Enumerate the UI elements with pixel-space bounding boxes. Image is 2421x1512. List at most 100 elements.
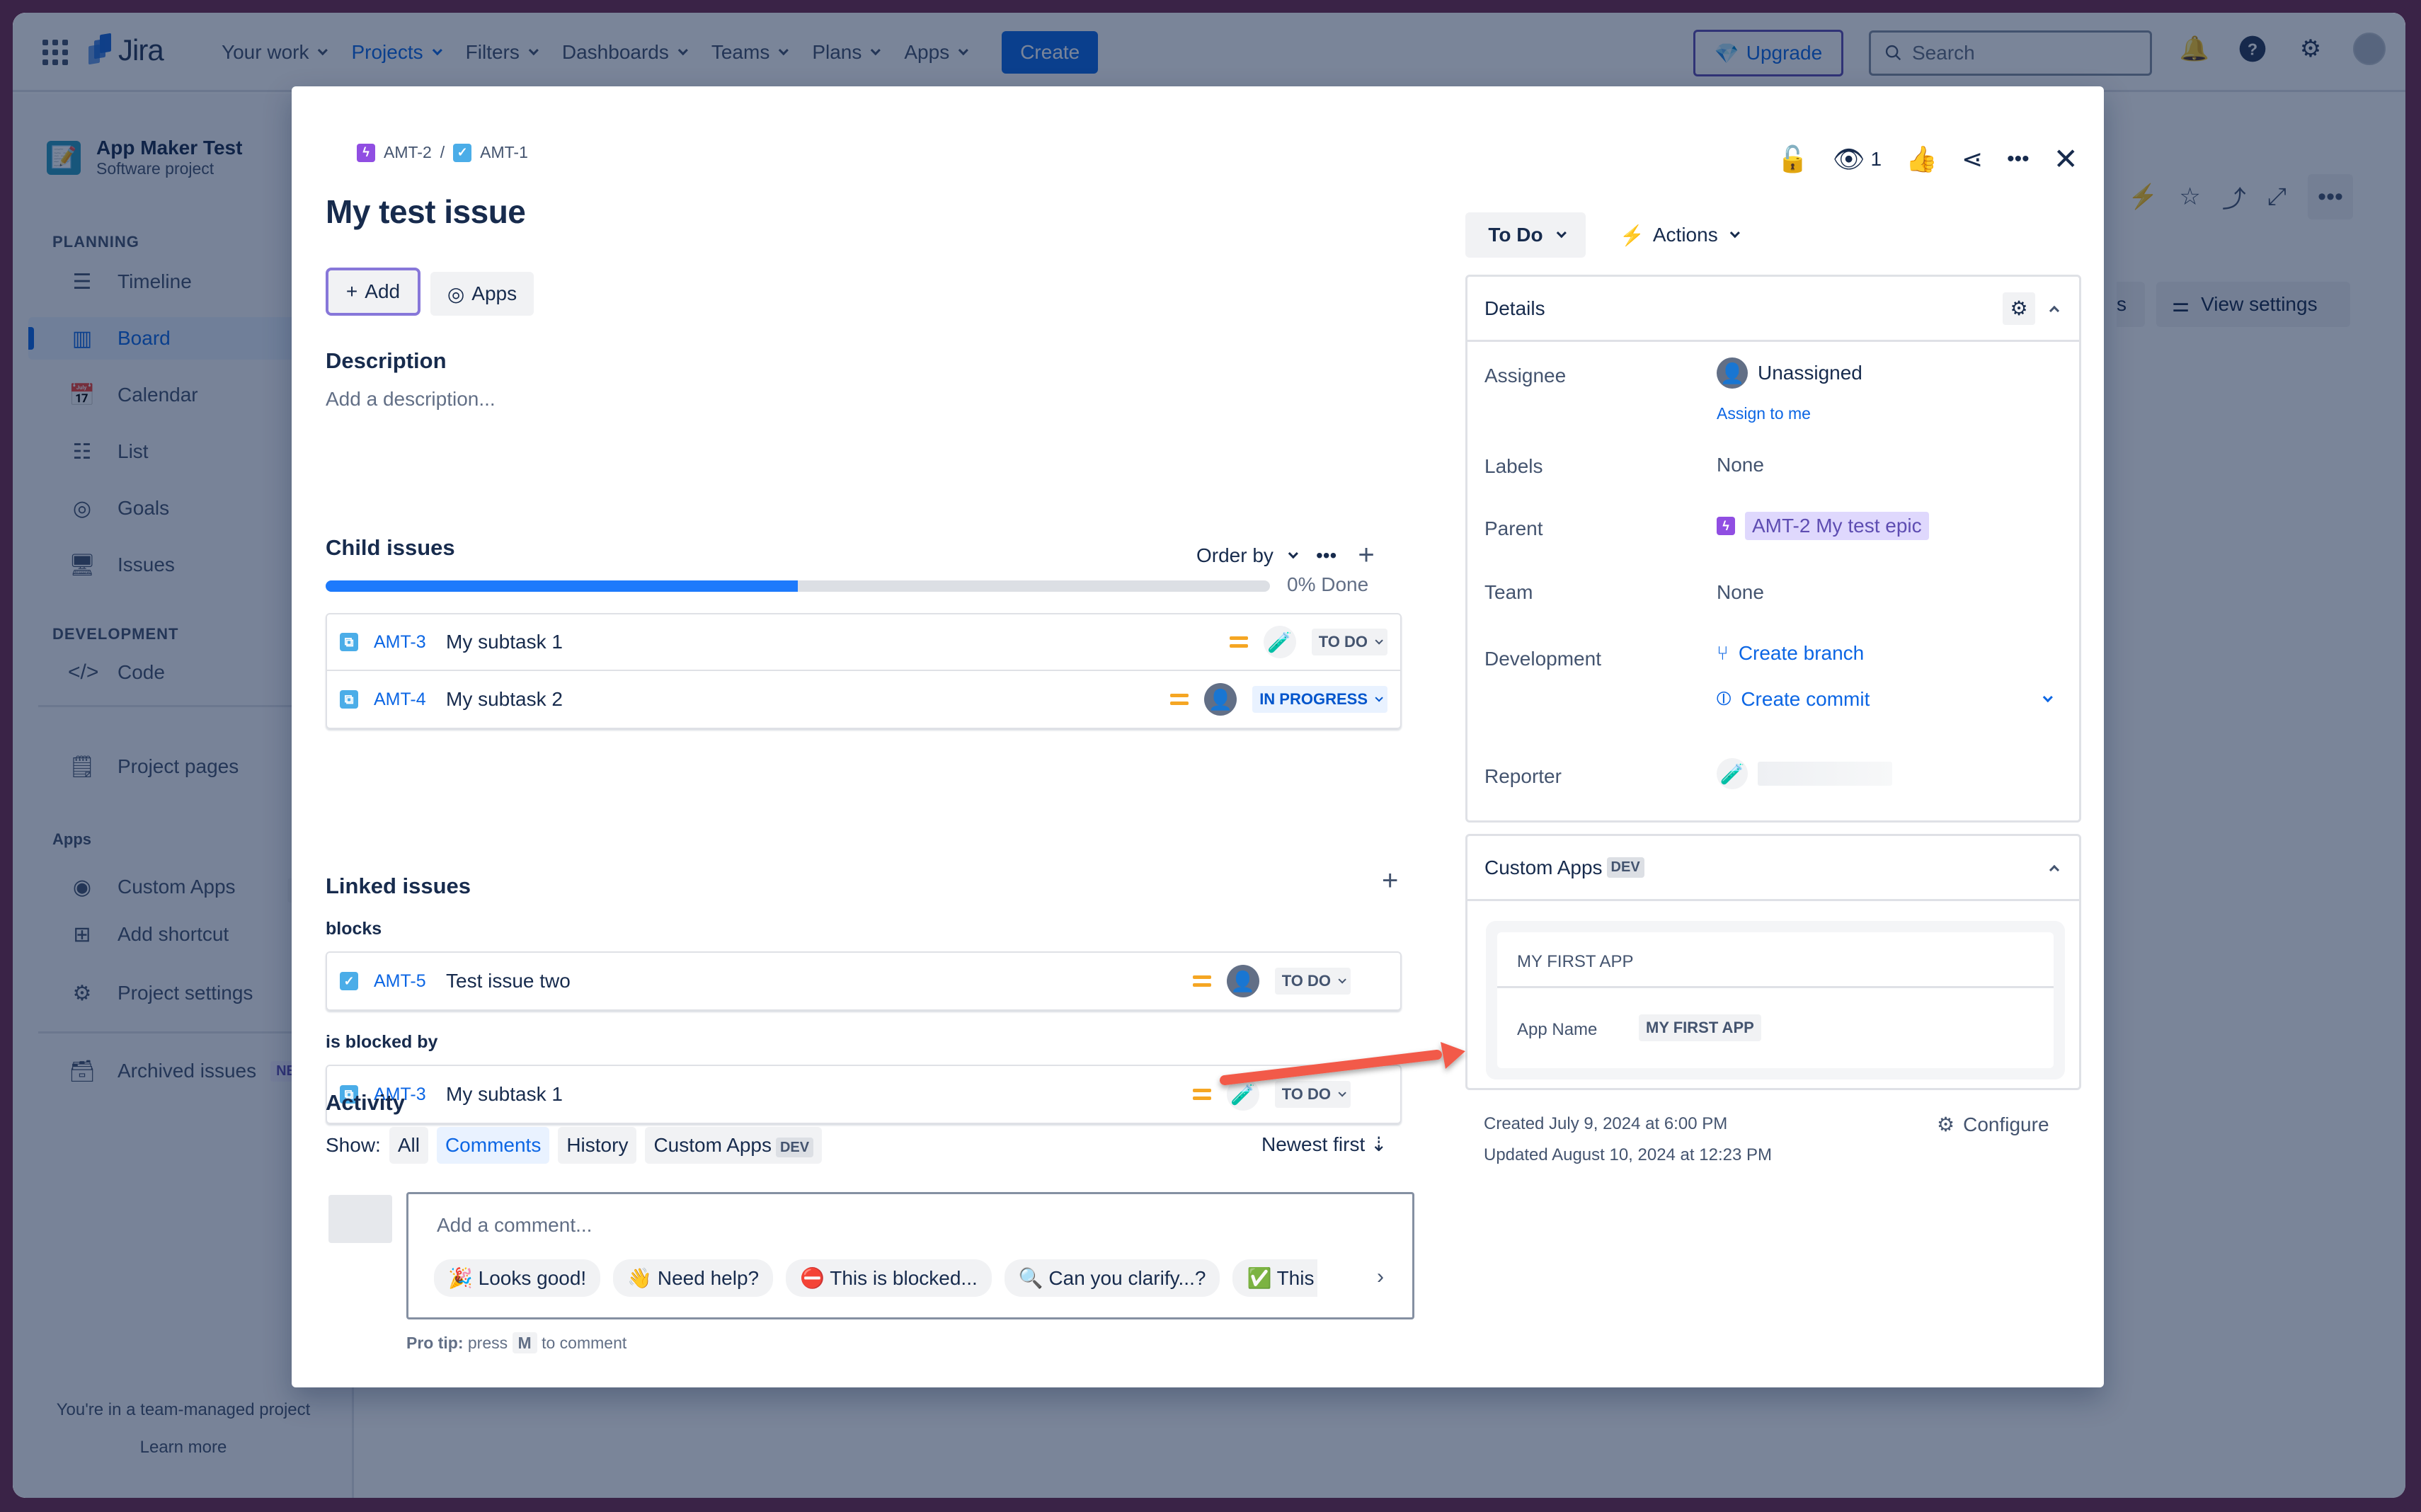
custom-apps-heading: Custom Apps: [1484, 856, 1603, 878]
linked-issues-heading: Linked issues: [326, 874, 471, 898]
app-card: MY FIRST APP App Name MY FIRST APP: [1486, 921, 2065, 1079]
comment-input[interactable]: Add a comment... 🎉 Looks good! 👋 Need he…: [406, 1192, 1414, 1319]
configure-label: Configure: [1963, 1113, 2049, 1135]
status-dropdown[interactable]: IN PROGRESS: [1252, 686, 1387, 713]
configure-button[interactable]: ⚙ Configure: [1937, 1113, 2049, 1136]
chevron-up-icon[interactable]: [2049, 305, 2060, 316]
create-branch-label: Create branch: [1738, 642, 1865, 664]
thumbs-up-icon[interactable]: 👍: [1906, 144, 1938, 174]
share-icon[interactable]: ⋖: [1962, 144, 1983, 174]
field-label: Labels: [1484, 455, 1543, 477]
restriction-lock-icon[interactable]: 🔓: [1777, 144, 1809, 174]
create-commit-link[interactable]: ⦶ Create commit: [1717, 687, 2053, 711]
issue-summary[interactable]: My subtask 2: [446, 688, 1155, 711]
apps-button[interactable]: ◎ Apps: [430, 272, 534, 316]
chevron-up-icon[interactable]: [2049, 864, 2060, 875]
child-issues-heading: Child issues: [326, 535, 455, 560]
breadcrumb: ϟ AMT-2 / ✓ AMT-1: [357, 143, 528, 162]
details-header[interactable]: Details ⚙: [1467, 277, 2079, 342]
quick-reply[interactable]: ✅ This is: [1232, 1259, 1318, 1297]
list-item[interactable]: ✓ AMT-5 Test issue two 👤 TO DO: [327, 953, 1400, 1009]
chevron-down-icon: [1338, 1089, 1346, 1097]
breadcrumb-parent[interactable]: AMT-2: [384, 143, 432, 162]
breadcrumb-current[interactable]: AMT-1: [480, 143, 528, 162]
quick-reply[interactable]: ⛔ This is blocked...: [786, 1259, 992, 1297]
progress-fill: [326, 580, 798, 592]
chevron-down-icon[interactable]: [2042, 692, 2053, 702]
actions-button[interactable]: ⚡ Actions: [1610, 212, 1746, 258]
reporter-value[interactable]: 🧪: [1717, 758, 1892, 789]
status-dropdown[interactable]: TO DO: [1311, 629, 1387, 655]
apps-icon: ◎: [447, 282, 465, 305]
filter-comments[interactable]: Comments: [436, 1127, 550, 1164]
unassigned-avatar[interactable]: 👤: [1226, 965, 1259, 997]
issue-summary[interactable]: My subtask 1: [446, 1083, 1177, 1106]
quick-reply[interactable]: 🔍 Can you clarify...?: [1004, 1259, 1220, 1297]
status-transition-button[interactable]: To Do: [1465, 212, 1586, 258]
close-icon[interactable]: ✕: [2054, 142, 2078, 176]
pro-tip: Pro tip: press M to comment: [406, 1332, 626, 1353]
field-label: Team: [1484, 581, 1533, 603]
custom-apps-header[interactable]: Custom Apps DEV: [1467, 836, 2079, 901]
breadcrumb-separator: /: [440, 143, 445, 161]
issue-key[interactable]: AMT-4: [374, 689, 430, 710]
chevron-right-icon[interactable]: ›: [1377, 1265, 1384, 1289]
assignee-avatar[interactable]: 🧪: [1263, 626, 1296, 658]
child-issues-controls: Order by ••• +: [1196, 539, 1375, 571]
custom-apps-panel: Custom Apps DEV MY FIRST APP App Name MY…: [1465, 834, 2081, 1090]
epic-icon: ϟ: [1717, 517, 1735, 535]
assign-to-me-link[interactable]: Assign to me: [1717, 404, 1811, 423]
chevron-down-icon: [1375, 636, 1383, 645]
created-timestamp: Created July 9, 2024 at 6:00 PM: [1484, 1114, 1728, 1133]
updated-timestamp: Updated August 10, 2024 at 12:23 PM: [1484, 1145, 1772, 1164]
filter-custom-apps[interactable]: Custom Apps DEV: [645, 1127, 823, 1164]
priority-medium-icon: [1170, 694, 1189, 705]
unassigned-avatar[interactable]: 👤: [1204, 683, 1237, 716]
subtask-icon: ⧉: [340, 690, 358, 709]
team-value[interactable]: None: [1717, 581, 1764, 604]
list-item[interactable]: ⧉ AMT-3 My subtask 1 🧪 TO DO: [327, 1066, 1400, 1123]
labels-value[interactable]: None: [1717, 454, 1764, 476]
issue-header-actions: 🔓 👁 1 👍 ⋖ ••• ✕: [1777, 142, 2078, 176]
list-item[interactable]: ⧉ AMT-4 My subtask 2 👤 IN PROGRESS: [327, 671, 1400, 728]
more-icon[interactable]: •••: [1316, 544, 1337, 567]
status-label: TO DO: [1281, 1085, 1331, 1103]
issue-title[interactable]: My test issue: [326, 193, 526, 231]
priority-medium-icon: [1192, 975, 1211, 987]
sort-label: Newest first: [1261, 1133, 1366, 1155]
description-field[interactable]: Add a description...: [326, 388, 496, 411]
sort-order-button[interactable]: Newest first ⇣: [1261, 1133, 1387, 1156]
issue-summary[interactable]: My subtask 1: [446, 631, 1214, 653]
parent-link[interactable]: AMT-2 My test epic: [1745, 512, 1929, 540]
chevron-down-icon: [1288, 548, 1298, 559]
status-dropdown[interactable]: TO DO: [1274, 1081, 1351, 1108]
app-divider: [1497, 986, 2054, 988]
create-branch-link[interactable]: ⑂ Create branch: [1717, 642, 1864, 665]
quick-reply[interactable]: 🎉 Looks good!: [434, 1259, 601, 1297]
app-name-value: MY FIRST APP: [1639, 1014, 1761, 1041]
issue-key[interactable]: AMT-3: [374, 632, 430, 653]
assignee-avatar[interactable]: 🧪: [1226, 1078, 1259, 1111]
list-item[interactable]: ⧉ AMT-3 My subtask 1 🧪 TO DO: [327, 614, 1400, 671]
quick-reply[interactable]: 👋 Need help?: [613, 1259, 774, 1297]
add-child-icon[interactable]: +: [1358, 539, 1374, 571]
status-label: TO DO: [1318, 633, 1368, 651]
filter-all[interactable]: All: [389, 1127, 428, 1164]
done-percentage: 0% Done: [1287, 573, 1369, 595]
subtask-icon: ⧉: [340, 633, 358, 651]
order-by-dropdown[interactable]: Order by: [1196, 544, 1298, 567]
gear-icon[interactable]: ⚙: [2003, 292, 2035, 325]
add-button[interactable]: + Add: [326, 268, 420, 316]
issue-key[interactable]: AMT-5: [374, 971, 430, 992]
watchers-button[interactable]: 👁 1: [1833, 144, 1882, 174]
lightning-icon: ⚡: [1620, 224, 1644, 246]
task-icon: ✓: [340, 972, 358, 990]
filter-history[interactable]: History: [558, 1127, 637, 1164]
filter-label: Custom Apps: [653, 1134, 772, 1156]
assignee-value[interactable]: 👤 Unassigned: [1717, 357, 1862, 389]
status-dropdown[interactable]: TO DO: [1274, 968, 1351, 995]
add-link-icon[interactable]: +: [1382, 865, 1398, 897]
parent-value[interactable]: ϟ AMT-2 My test epic: [1717, 512, 1929, 540]
issue-summary[interactable]: Test issue two: [446, 970, 1177, 992]
more-icon[interactable]: •••: [2007, 147, 2030, 171]
